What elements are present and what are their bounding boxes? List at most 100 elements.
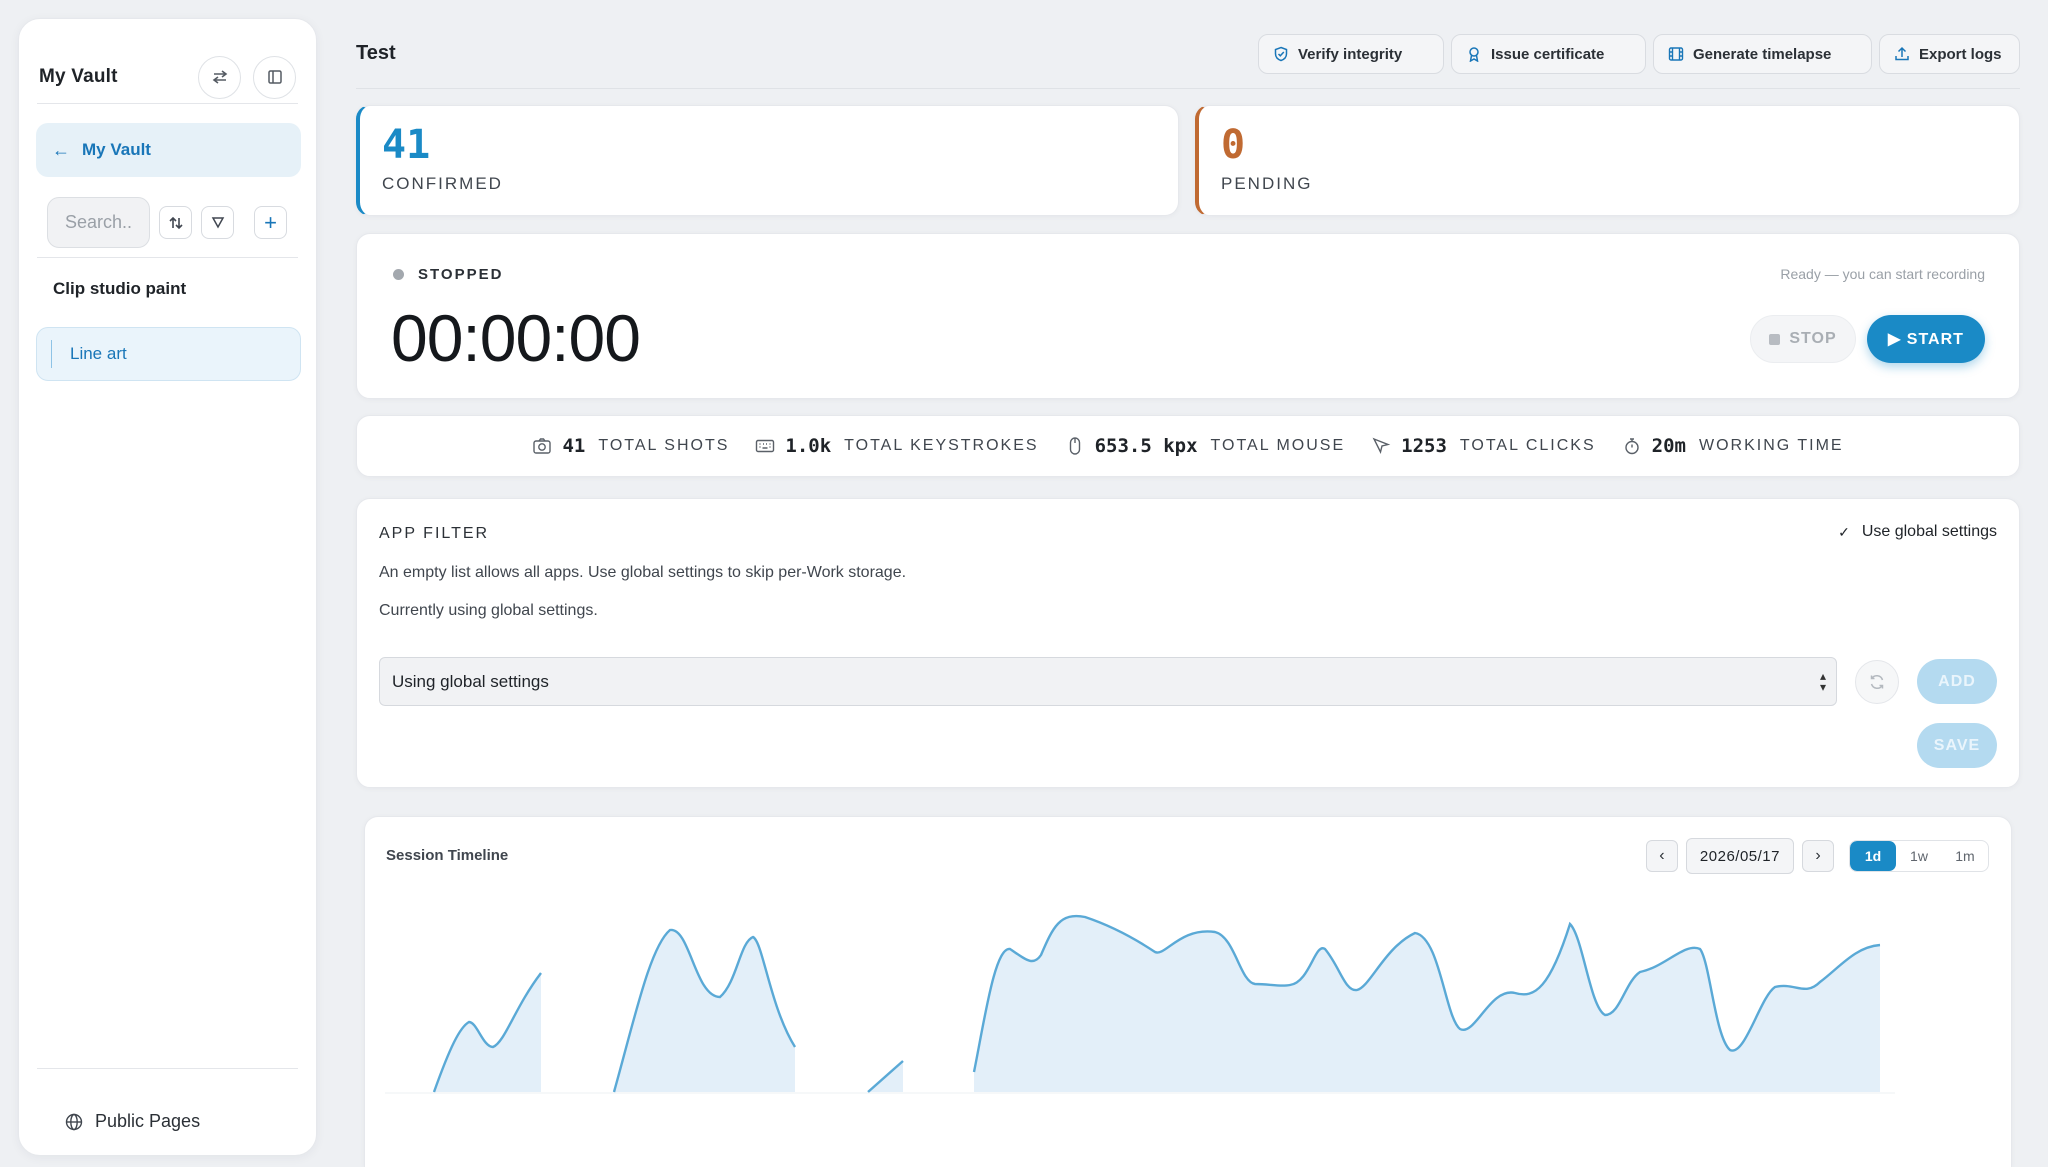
search-input[interactable]: Search.. — [47, 197, 150, 248]
metric-value: 1.0k — [785, 435, 832, 457]
sidebar-panel-icon — [267, 70, 282, 84]
date-picker[interactable]: 2026/05/17 — [1685, 838, 1794, 874]
save-filter-button[interactable]: SAVE — [1917, 723, 1997, 768]
header-divider — [356, 88, 2020, 89]
app-filter-title: APP FILTER — [379, 525, 490, 542]
sidebar-item-line-art[interactable]: Line art — [36, 327, 301, 381]
pending-count: 0 — [1221, 122, 1246, 168]
metric-value: 20m — [1651, 435, 1686, 457]
sidebar: My Vault ← My Vault Search.. + Clip stud… — [18, 18, 317, 1156]
page-title: Test — [356, 42, 396, 64]
generate-timelapse-button[interactable]: Generate timelapse — [1653, 34, 1872, 74]
export-logs-button[interactable]: Export logs — [1879, 34, 2020, 74]
metrics-bar: 41 TOTAL SHOTS 1.0k TOTAL KEYSTROKES 653… — [356, 415, 2020, 477]
public-pages-link[interactable]: Public Pages — [65, 1111, 200, 1132]
keyboard-icon — [756, 439, 775, 453]
previous-date-button[interactable]: ‹ — [1645, 840, 1678, 872]
mouse-icon — [1069, 437, 1080, 455]
timeline-title: Session Timeline — [386, 847, 509, 864]
add-item-button[interactable]: + — [254, 206, 287, 239]
stop-icon — [1769, 333, 1781, 345]
timeline-navigation: ‹ 2026/05/17 › 1d 1w 1m — [1645, 838, 1989, 874]
app-select-value: Using global settings — [392, 671, 549, 691]
sidebar-divider — [37, 1068, 298, 1069]
metric-label: TOTAL CLICKS — [1459, 437, 1596, 454]
recorder-card: STOPPED Ready — you can start recording … — [356, 233, 2020, 399]
app-filter-status: Currently using global settings. — [379, 602, 598, 619]
public-pages-label: Public Pages — [95, 1111, 201, 1131]
sort-button[interactable] — [159, 206, 192, 239]
stop-button[interactable]: STOP — [1750, 315, 1856, 363]
metric-label: TOTAL KEYSTROKES — [844, 437, 1039, 454]
verify-integrity-button[interactable]: Verify integrity — [1258, 34, 1444, 74]
status-label: STOPPED — [418, 266, 504, 283]
metric-total-clicks: 1253 TOTAL CLICKS — [1371, 435, 1596, 457]
add-app-button[interactable]: ADD — [1917, 659, 1997, 704]
metric-label: TOTAL MOUSE — [1210, 437, 1346, 454]
sort-icon — [168, 216, 183, 229]
header-actions: Verify integrity Issue certificate Gener… — [1251, 34, 2020, 74]
range-1d-tab[interactable]: 1d — [1850, 841, 1896, 871]
arrow-left-icon: ← — [52, 139, 70, 160]
camera-icon — [533, 438, 552, 454]
checkmark-icon: ✓ — [1838, 523, 1850, 540]
film-icon — [1668, 47, 1684, 61]
swap-icon — [212, 70, 227, 84]
collapse-sidebar-button[interactable] — [253, 55, 296, 99]
export-logs-label: Export logs — [1919, 45, 2002, 63]
globe-icon — [65, 1113, 83, 1130]
sidebar-divider — [37, 103, 298, 104]
session-timeline-card: Session Timeline ‹ 2026/05/17 › 1d 1w 1m — [364, 816, 2012, 1167]
verify-integrity-label: Verify integrity — [1298, 45, 1403, 63]
sidebar-toolbar: Search.. + — [47, 197, 287, 248]
filter-icon — [211, 216, 224, 229]
metric-total-shots: 41 TOTAL SHOTS — [532, 435, 729, 457]
next-date-button[interactable]: › — [1802, 840, 1834, 872]
sidebar-divider — [37, 257, 298, 258]
pending-label: PENDING — [1221, 174, 1313, 193]
pending-stat-card: 0 PENDING — [1195, 105, 2020, 216]
confirmed-label: CONFIRMED — [382, 174, 503, 193]
activity-area-chart — [385, 914, 1895, 1094]
back-label: My Vault — [82, 140, 151, 159]
start-button[interactable]: ▶ START — [1867, 315, 1985, 363]
metric-label: TOTAL SHOTS — [598, 437, 730, 454]
confirmed-stat-card: 41 CONFIRMED — [356, 105, 1179, 216]
metric-value: 1253 — [1401, 435, 1447, 457]
refresh-icon — [1870, 674, 1884, 690]
metric-label: WORKING TIME — [1698, 437, 1844, 454]
issue-certificate-button[interactable]: Issue certificate — [1451, 34, 1646, 74]
filter-button[interactable] — [201, 206, 234, 239]
sidebar-header: My Vault — [39, 47, 296, 107]
sidebar-item-label: Line art — [70, 344, 127, 363]
status-dot-icon — [393, 269, 404, 280]
stopwatch-icon — [1624, 438, 1639, 455]
use-global-settings-label: Use global settings — [1861, 523, 1997, 540]
refresh-apps-button[interactable] — [1855, 660, 1899, 704]
switch-vault-button[interactable] — [198, 55, 241, 99]
shield-icon — [1274, 46, 1288, 62]
award-icon — [1469, 47, 1479, 62]
range-1m-tab[interactable]: 1m — [1942, 841, 1988, 871]
stop-label: STOP — [1789, 330, 1837, 347]
issue-certificate-label: Issue certificate — [1491, 45, 1605, 63]
range-selector: 1d 1w 1m — [1849, 840, 1989, 872]
upload-icon — [1895, 46, 1909, 61]
sidebar-group-label: Clip studio paint — [53, 279, 187, 298]
app-filter-card: APP FILTER ✓ Use global settings An empt… — [356, 498, 2020, 788]
use-global-settings-checkbox[interactable]: ✓ Use global settings — [1838, 523, 1997, 541]
recording-status: STOPPED — [393, 266, 503, 283]
metric-total-keystrokes: 1.0k TOTAL KEYSTROKES — [755, 435, 1038, 457]
generate-timelapse-label: Generate timelapse — [1693, 45, 1832, 63]
recording-timer: 00:00:00 — [391, 301, 641, 375]
activity-segment — [434, 973, 541, 1092]
metric-total-mouse: 653.5 kpx TOTAL MOUSE — [1065, 435, 1346, 457]
select-chevron-icon: ▴ ▾ — [1819, 669, 1826, 694]
vault-title: My Vault — [39, 66, 118, 87]
metric-value: 653.5 kpx — [1094, 435, 1198, 457]
confirmed-count: 41 — [382, 122, 431, 168]
activity-segment — [614, 929, 795, 1092]
back-to-vault-link[interactable]: ← My Vault — [36, 123, 301, 177]
app-select[interactable]: Using global settings ▴ ▾ — [379, 657, 1837, 706]
range-1w-tab[interactable]: 1w — [1896, 841, 1942, 871]
